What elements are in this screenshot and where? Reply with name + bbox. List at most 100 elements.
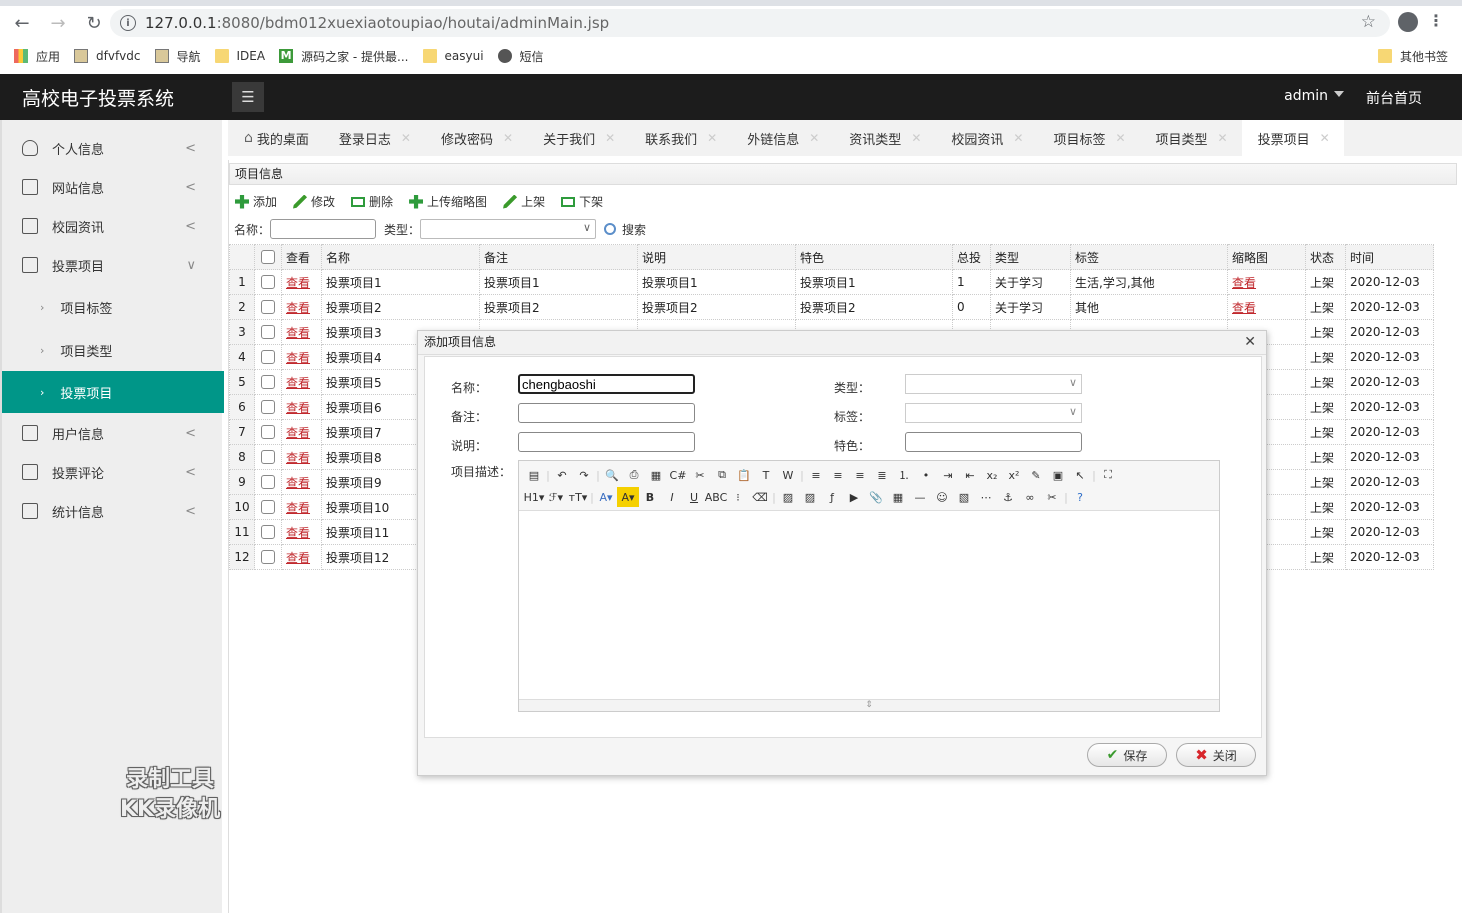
editor-hr-line-icon[interactable]: ⁝ <box>727 487 749 507</box>
view-link[interactable]: 查看 <box>286 276 310 290</box>
bookmark-idea[interactable]: IDEA <box>214 49 265 63</box>
remark-input[interactable] <box>518 403 695 423</box>
view-link[interactable]: 查看 <box>286 401 310 415</box>
view-link[interactable]: 查看 <box>286 301 310 315</box>
editor-preview-icon[interactable]: 🔍 <box>601 465 623 485</box>
editor-attach-icon[interactable]: 📎 <box>865 487 887 507</box>
bookmark-apps[interactable]: 应用 <box>14 48 60 65</box>
tab-project-types[interactable]: 项目类型 ✕ <box>1140 120 1242 156</box>
editor-image-icon[interactable]: ▨ <box>777 487 799 507</box>
bookmark-dfvfvdc[interactable]: dfvfvdc <box>74 49 141 63</box>
view-link[interactable]: 查看 <box>286 326 310 340</box>
editor-u-icon[interactable]: U <box>683 487 705 507</box>
editor-link-icon[interactable]: ∞ <box>1019 487 1041 507</box>
editor-align-right-icon[interactable]: ≡ <box>849 465 871 485</box>
editor-template-icon[interactable]: ▦ <box>645 465 667 485</box>
address-bar[interactable]: i 127.0.0.1:8080/bdm012xuexiaotoupiao/ho… <box>110 9 1390 37</box>
bookmark-other[interactable]: 其他书签 <box>1377 48 1448 65</box>
editor-superscript-icon[interactable]: x² <box>1003 465 1025 485</box>
save-button[interactable]: ✔ 保存 <box>1087 743 1167 767</box>
close-icon[interactable]: ✕ <box>1244 334 1256 350</box>
editor-size-icon[interactable]: тT▾ <box>567 487 589 507</box>
profile-avatar-icon[interactable] <box>1398 12 1418 32</box>
row-checkbox[interactable] <box>261 500 275 515</box>
editor-redo-icon[interactable]: ↷ <box>573 465 595 485</box>
editor-hr-icon[interactable]: — <box>909 487 931 507</box>
table-row[interactable]: 2 查看 投票项目2 投票项目2 投票项目2 投票项目2 0 关于学习 其他 查看 上架 2020-1… <box>229 294 1434 320</box>
close-icon[interactable]: ✕ <box>911 131 921 145</box>
editor-map-icon[interactable]: ▧ <box>953 487 975 507</box>
search-name-input[interactable] <box>270 219 377 239</box>
tab-links[interactable]: 外链信息 ✕ <box>731 120 833 156</box>
search-type-select[interactable]: ∨ <box>420 219 597 239</box>
editor-ordered-list-icon[interactable]: ⒈ <box>893 465 915 485</box>
row-checkbox[interactable] <box>261 350 275 365</box>
close-icon[interactable]: ✕ <box>809 131 819 145</box>
sidebar-item-personal[interactable]: 个人信息 < <box>2 128 224 168</box>
view-link[interactable]: 查看 <box>286 551 310 565</box>
editor-unlink-icon[interactable]: ✂ <box>1041 487 1063 507</box>
editor-flash-icon[interactable]: ƒ <box>821 487 843 507</box>
col-thumb[interactable]: 缩略图 <box>1227 244 1306 270</box>
tab-campus-news[interactable]: 校园资讯 ✕ <box>935 120 1037 156</box>
close-icon[interactable]: ✕ <box>1218 131 1228 145</box>
select-all-checkbox[interactable] <box>261 250 275 265</box>
editor-media-icon[interactable]: ▶ <box>843 487 865 507</box>
editor-select-all-icon[interactable]: ▣ <box>1047 465 1069 485</box>
editor-fullscreen-icon[interactable]: ⛶ <box>1097 465 1119 485</box>
row-checkbox[interactable] <box>261 550 275 565</box>
bookmark-star-icon[interactable]: ☆ <box>1361 12 1376 32</box>
editor-emoticon-icon[interactable]: ☺ <box>931 487 953 507</box>
close-icon[interactable]: ✕ <box>1013 131 1023 145</box>
editor-select-icon[interactable]: ↖ <box>1069 465 1091 485</box>
close-button[interactable]: ✖ 关闭 <box>1176 743 1256 767</box>
row-checkbox[interactable] <box>261 300 275 315</box>
on-shelf-button[interactable]: 上架 <box>503 193 545 210</box>
col-tags[interactable]: 标签 <box>1070 244 1228 270</box>
menu-kebab-icon[interactable]: ⋮ <box>1428 11 1444 30</box>
editor-multi-image-icon[interactable]: ▨ <box>799 487 821 507</box>
row-checkbox[interactable] <box>261 275 275 290</box>
sidebar-item-stats[interactable]: 统计信息 < <box>2 491 224 531</box>
editor-align-left-icon[interactable]: ≡ <box>805 465 827 485</box>
view-link[interactable]: 查看 <box>286 451 310 465</box>
tab-login-log[interactable]: 登录日志 ✕ <box>323 120 425 156</box>
tab-project-tags[interactable]: 项目标签 ✕ <box>1037 120 1139 156</box>
editor-help-icon[interactable]: ? <box>1069 487 1091 507</box>
editor-h1-icon[interactable]: H1▾ <box>523 487 545 507</box>
editor-resize-handle[interactable]: ⇕ <box>519 699 1219 711</box>
search-button[interactable]: 搜索 <box>604 221 646 238</box>
add-button[interactable]: 添加 <box>235 193 277 210</box>
row-checkbox[interactable] <box>261 325 275 340</box>
desc-input[interactable] <box>518 432 695 452</box>
tag-select[interactable]: ∨ <box>905 403 1082 423</box>
view-link[interactable]: 查看 <box>286 351 310 365</box>
row-checkbox[interactable] <box>261 450 275 465</box>
editor-source-icon[interactable]: ▤ <box>523 465 545 485</box>
sidebar-subitem-types[interactable]: › 项目类型 <box>2 329 224 371</box>
thumb-link[interactable]: 查看 <box>1232 301 1256 315</box>
close-icon[interactable]: ✕ <box>1320 131 1330 145</box>
forward-icon[interactable]: → <box>44 13 72 34</box>
editor-print-icon[interactable]: ⎙ <box>623 465 645 485</box>
close-icon[interactable]: ✕ <box>605 131 615 145</box>
upload-thumb-button[interactable]: 上传缩略图 <box>409 193 487 210</box>
row-checkbox[interactable] <box>261 400 275 415</box>
tab-desktop[interactable]: ⌂ 我的桌面 <box>228 120 323 156</box>
row-checkbox[interactable] <box>261 425 275 440</box>
bookmark-sms[interactable]: 短信 <box>497 48 544 65</box>
bookmark-yuanma[interactable]: M 源码之家 - 提供最... <box>279 48 409 65</box>
col-type[interactable]: 类型 <box>990 244 1071 270</box>
col-feature[interactable]: 特色 <box>795 244 953 270</box>
sidebar-item-comments[interactable]: 投票评论 < <box>2 452 224 492</box>
menu-toggle-icon[interactable]: ☰ <box>232 82 264 112</box>
view-link[interactable]: 查看 <box>286 501 310 515</box>
sidebar-item-vote-projects[interactable]: 投票项目 ∨ <box>2 245 224 285</box>
sidebar-item-site[interactable]: 网站信息 < <box>2 167 224 207</box>
view-link[interactable]: 查看 <box>286 426 310 440</box>
editor-anchor-icon[interactable]: ⚓ <box>997 487 1019 507</box>
close-icon[interactable]: ✕ <box>401 131 411 145</box>
editor-align-center-icon[interactable]: ≡ <box>827 465 849 485</box>
editor-outdent-icon[interactable]: ⇤ <box>959 465 981 485</box>
sidebar-subitem-vote-projects[interactable]: › 投票项目 <box>2 371 224 413</box>
